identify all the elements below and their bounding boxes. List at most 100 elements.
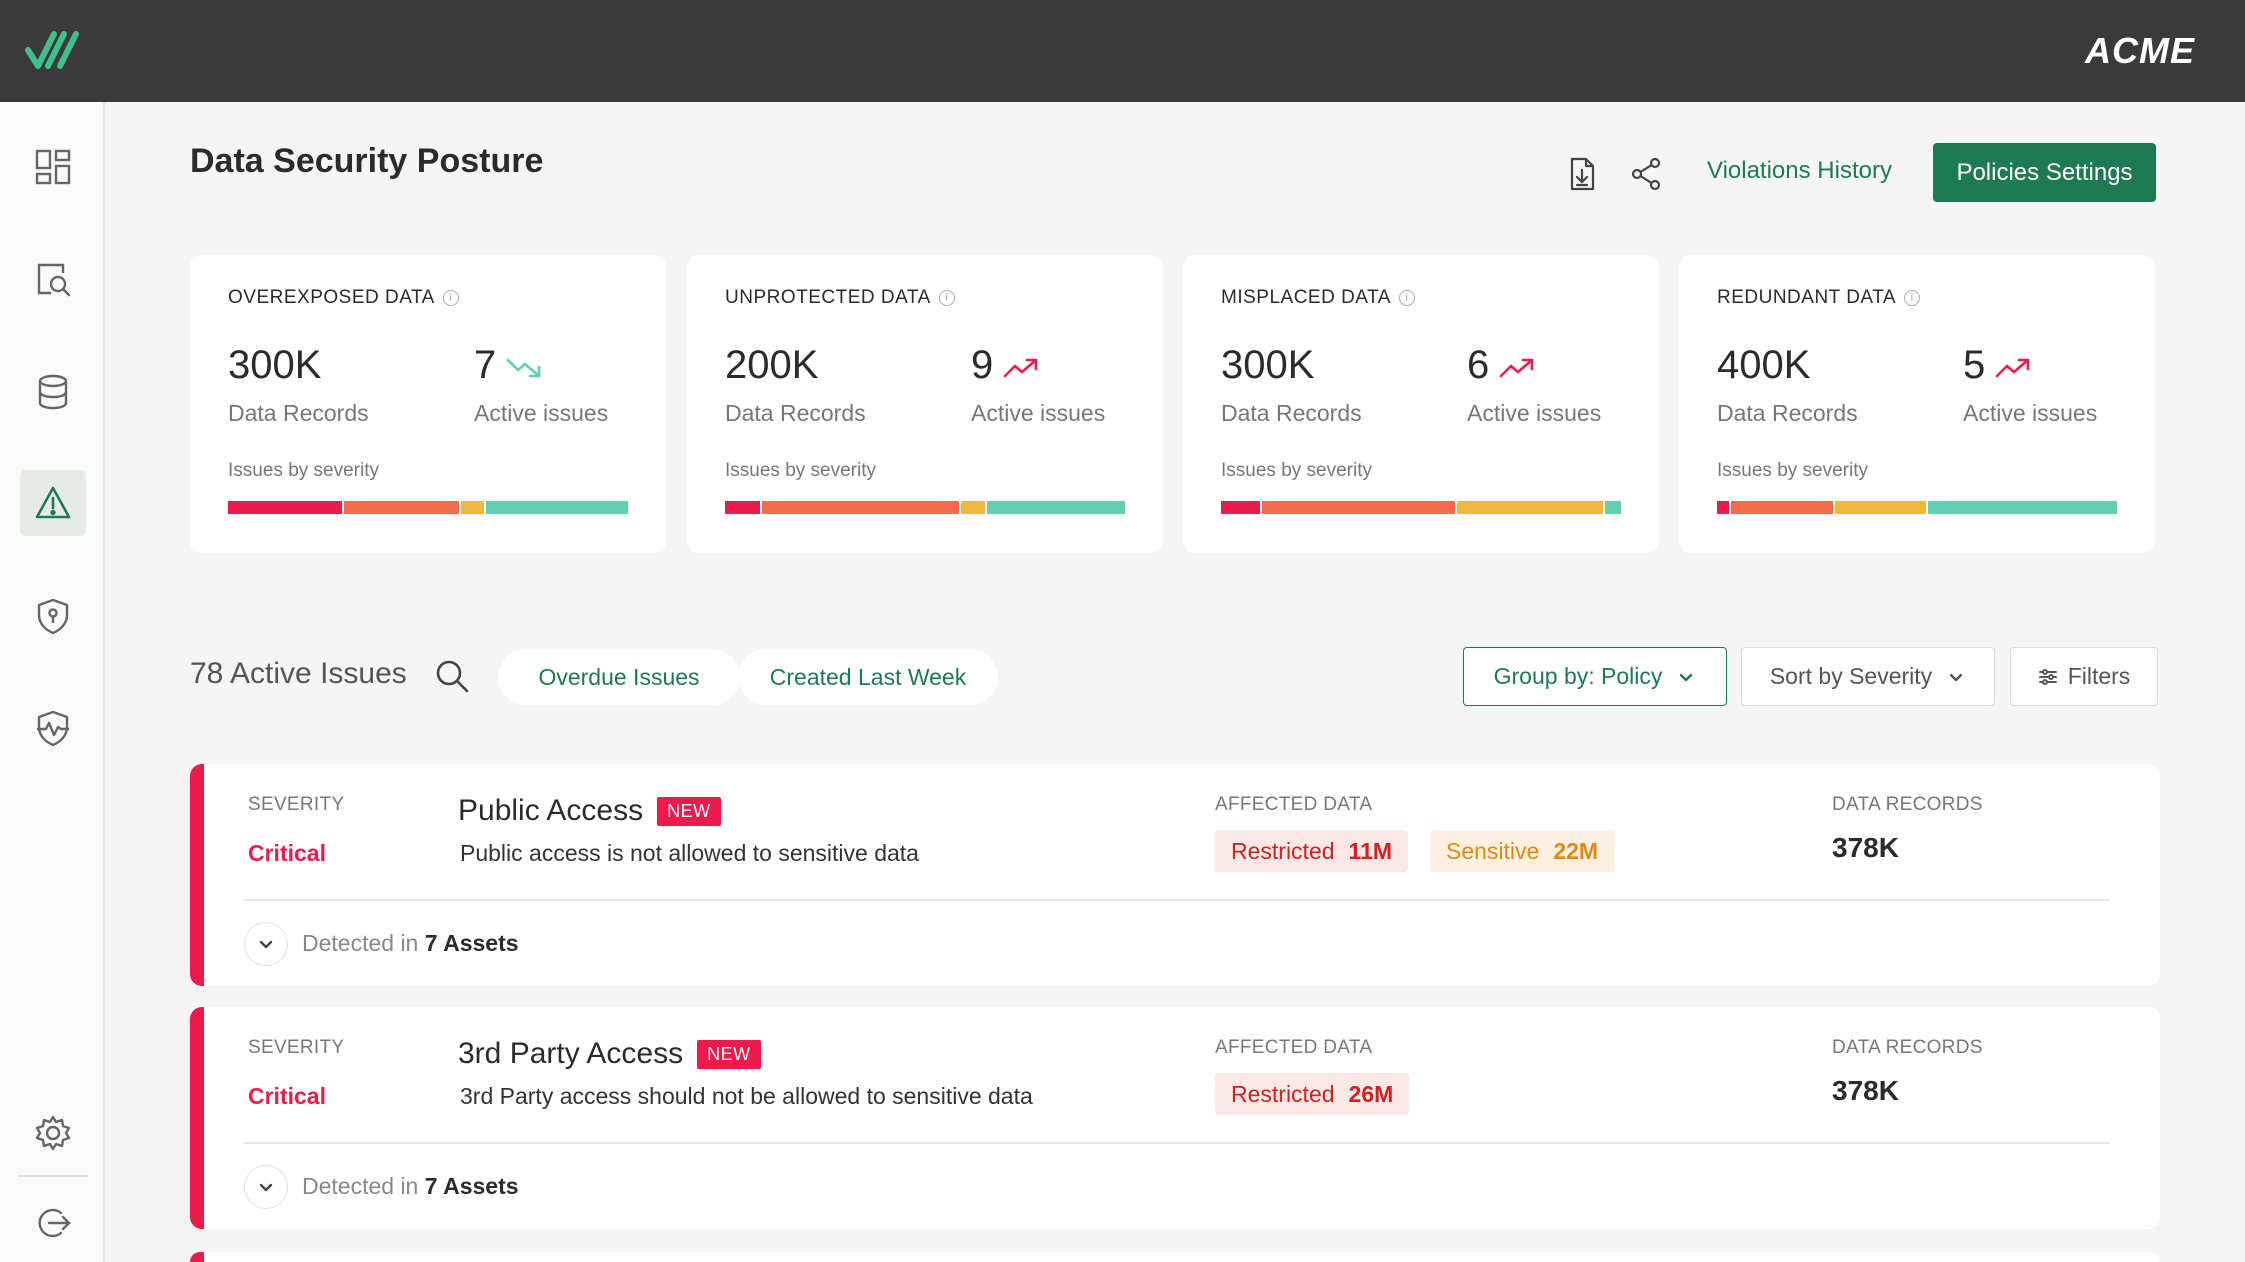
severity-label: SEVERITY	[248, 1037, 345, 1058]
nav-discovery[interactable]	[20, 246, 86, 312]
detected-prefix: Detected in	[302, 930, 419, 956]
severity-segment-high	[1730, 501, 1834, 514]
sort-label: Sort by Severity	[1769, 663, 1933, 689]
dashboard-icon	[35, 149, 71, 185]
tag-value: 22M	[1553, 837, 1599, 864]
nav-policies[interactable]	[20, 583, 86, 649]
issue-title[interactable]: 3rd Party Access	[458, 1037, 683, 1071]
info-icon[interactable]: i	[938, 290, 955, 306]
shield-pulse-icon	[37, 710, 69, 747]
search-icon[interactable]	[434, 658, 470, 694]
severity-bar	[1717, 501, 2117, 514]
issue-title[interactable]: Public Access	[458, 794, 643, 828]
chevron-down-icon	[259, 940, 273, 949]
severity-label: Issues by severity	[1717, 460, 1868, 481]
issues-label: Active issues	[1963, 400, 2098, 426]
tag-value: 26M	[1348, 1080, 1394, 1107]
restricted-tag[interactable]: Restricted 11M	[1215, 830, 1409, 872]
nav-dashboard[interactable]	[20, 134, 86, 200]
sort-dropdown[interactable]: Sort by Severity	[1741, 647, 1995, 706]
trend-up-icon	[1995, 358, 2030, 378]
warning-icon	[35, 486, 71, 519]
data-records-label: DATA RECORDS	[1832, 794, 1983, 815]
sensitive-tag[interactable]: Sensitive 22M	[1430, 830, 1615, 872]
shield-icon	[37, 598, 69, 635]
issues-label: Active issues	[971, 400, 1106, 426]
records-label: Data Records	[725, 400, 866, 426]
severity-segment-high	[1262, 501, 1456, 514]
group-by-value: Policy	[1601, 663, 1663, 689]
severity-stripe	[190, 1007, 204, 1229]
severity-bar	[1221, 501, 1621, 514]
records-value: 400K	[1717, 343, 1811, 387]
detected-assets[interactable]: 7 Assets	[425, 1173, 519, 1199]
active-issues-count: 78 Active Issues	[190, 657, 407, 690]
card-overexposed[interactable]: OVEREXPOSED DATA i 300K Data Records 7 Ac…	[190, 255, 666, 553]
violations-history-link[interactable]: Violations History	[1707, 157, 1892, 185]
tag-label: Restricted	[1231, 1080, 1335, 1107]
severity-segment-medium	[460, 501, 485, 514]
severity-bar	[228, 501, 628, 514]
info-icon[interactable]: i	[1398, 290, 1415, 306]
sidebar-divider	[18, 1175, 88, 1177]
filters-button[interactable]: Filters	[2010, 647, 2158, 706]
share-icon[interactable]	[1628, 156, 1664, 192]
records-value: 300K	[1221, 343, 1315, 387]
nav-settings[interactable]	[20, 1100, 86, 1166]
severity-label: Issues by severity	[725, 460, 876, 481]
issues-value: 6	[1467, 343, 1490, 387]
severity-value: Critical	[248, 840, 326, 866]
filters-label: Filters	[2067, 663, 2131, 689]
records-label: Data Records	[1221, 400, 1362, 426]
issue-card[interactable]: SEVERITY Critical 3rd Party Access NEW 3…	[190, 1007, 2160, 1229]
logout-icon	[38, 1208, 71, 1238]
divider	[244, 899, 2110, 901]
page-title: Data Security Posture	[190, 142, 544, 180]
export-icon[interactable]	[1564, 156, 1600, 192]
records-value: 200K	[725, 343, 819, 387]
nav-issues[interactable]	[20, 470, 86, 536]
new-badge: NEW	[657, 796, 721, 826]
info-icon[interactable]: i	[442, 290, 459, 306]
issues-label: Active issues	[1467, 400, 1602, 426]
group-by-prefix: Group by:	[1493, 663, 1595, 689]
sliders-icon	[2038, 668, 2057, 685]
nav-data-stores[interactable]	[20, 359, 86, 425]
severity-segment-critical	[1221, 501, 1261, 514]
card-title: OVEREXPOSED DATA	[228, 287, 435, 308]
records-value: 300K	[228, 343, 322, 387]
severity-segment-medium	[1835, 501, 1926, 514]
overdue-issues-filter[interactable]: Overdue Issues	[498, 649, 740, 705]
severity-label: Issues by severity	[1221, 460, 1372, 481]
card-redundant[interactable]: REDUNDANT DATA i 400K Data Records 5 Acti…	[1679, 255, 2155, 553]
nav-monitoring[interactable]	[20, 695, 86, 761]
issue-card[interactable]	[190, 1252, 2160, 1262]
issue-card[interactable]: SEVERITY Critical Public Access NEW Publ…	[190, 764, 2160, 986]
detected-assets[interactable]: 7 Assets	[425, 930, 519, 956]
logo-icon[interactable]	[24, 28, 80, 72]
nav-logout[interactable]	[20, 1190, 86, 1256]
issues-value: 5	[1963, 343, 1986, 387]
expand-button[interactable]	[244, 1165, 288, 1209]
group-by-dropdown[interactable]: Group by: Policy	[1463, 647, 1727, 706]
issues-value: 9	[971, 343, 994, 387]
created-last-week-filter[interactable]: Created Last Week	[738, 649, 998, 705]
restricted-tag[interactable]: Restricted 26M	[1215, 1073, 1410, 1115]
info-icon[interactable]: i	[1904, 290, 1921, 306]
card-unprotected[interactable]: UNPROTECTED DATA i 200K Data Records 9 Ac…	[687, 255, 1163, 553]
issues-label: Active issues	[474, 400, 609, 426]
gear-icon	[35, 1115, 71, 1151]
severity-bar	[725, 501, 1125, 514]
data-records-label: DATA RECORDS	[1832, 1037, 1983, 1058]
chevron-down-icon	[1949, 673, 1963, 681]
records-label: Data Records	[228, 400, 369, 426]
database-icon	[38, 374, 68, 410]
trend-up-icon	[1003, 358, 1038, 378]
severity-segment-critical	[228, 501, 343, 514]
severity-label: Issues by severity	[228, 460, 379, 481]
severity-segment-medium	[961, 501, 986, 514]
trend-down-icon	[506, 358, 541, 378]
policies-settings-button[interactable]: Policies Settings	[1933, 143, 2156, 202]
card-misplaced[interactable]: MISPLACED DATA i 300K Data Records 6 Acti…	[1183, 255, 1659, 553]
expand-button[interactable]	[244, 922, 288, 966]
